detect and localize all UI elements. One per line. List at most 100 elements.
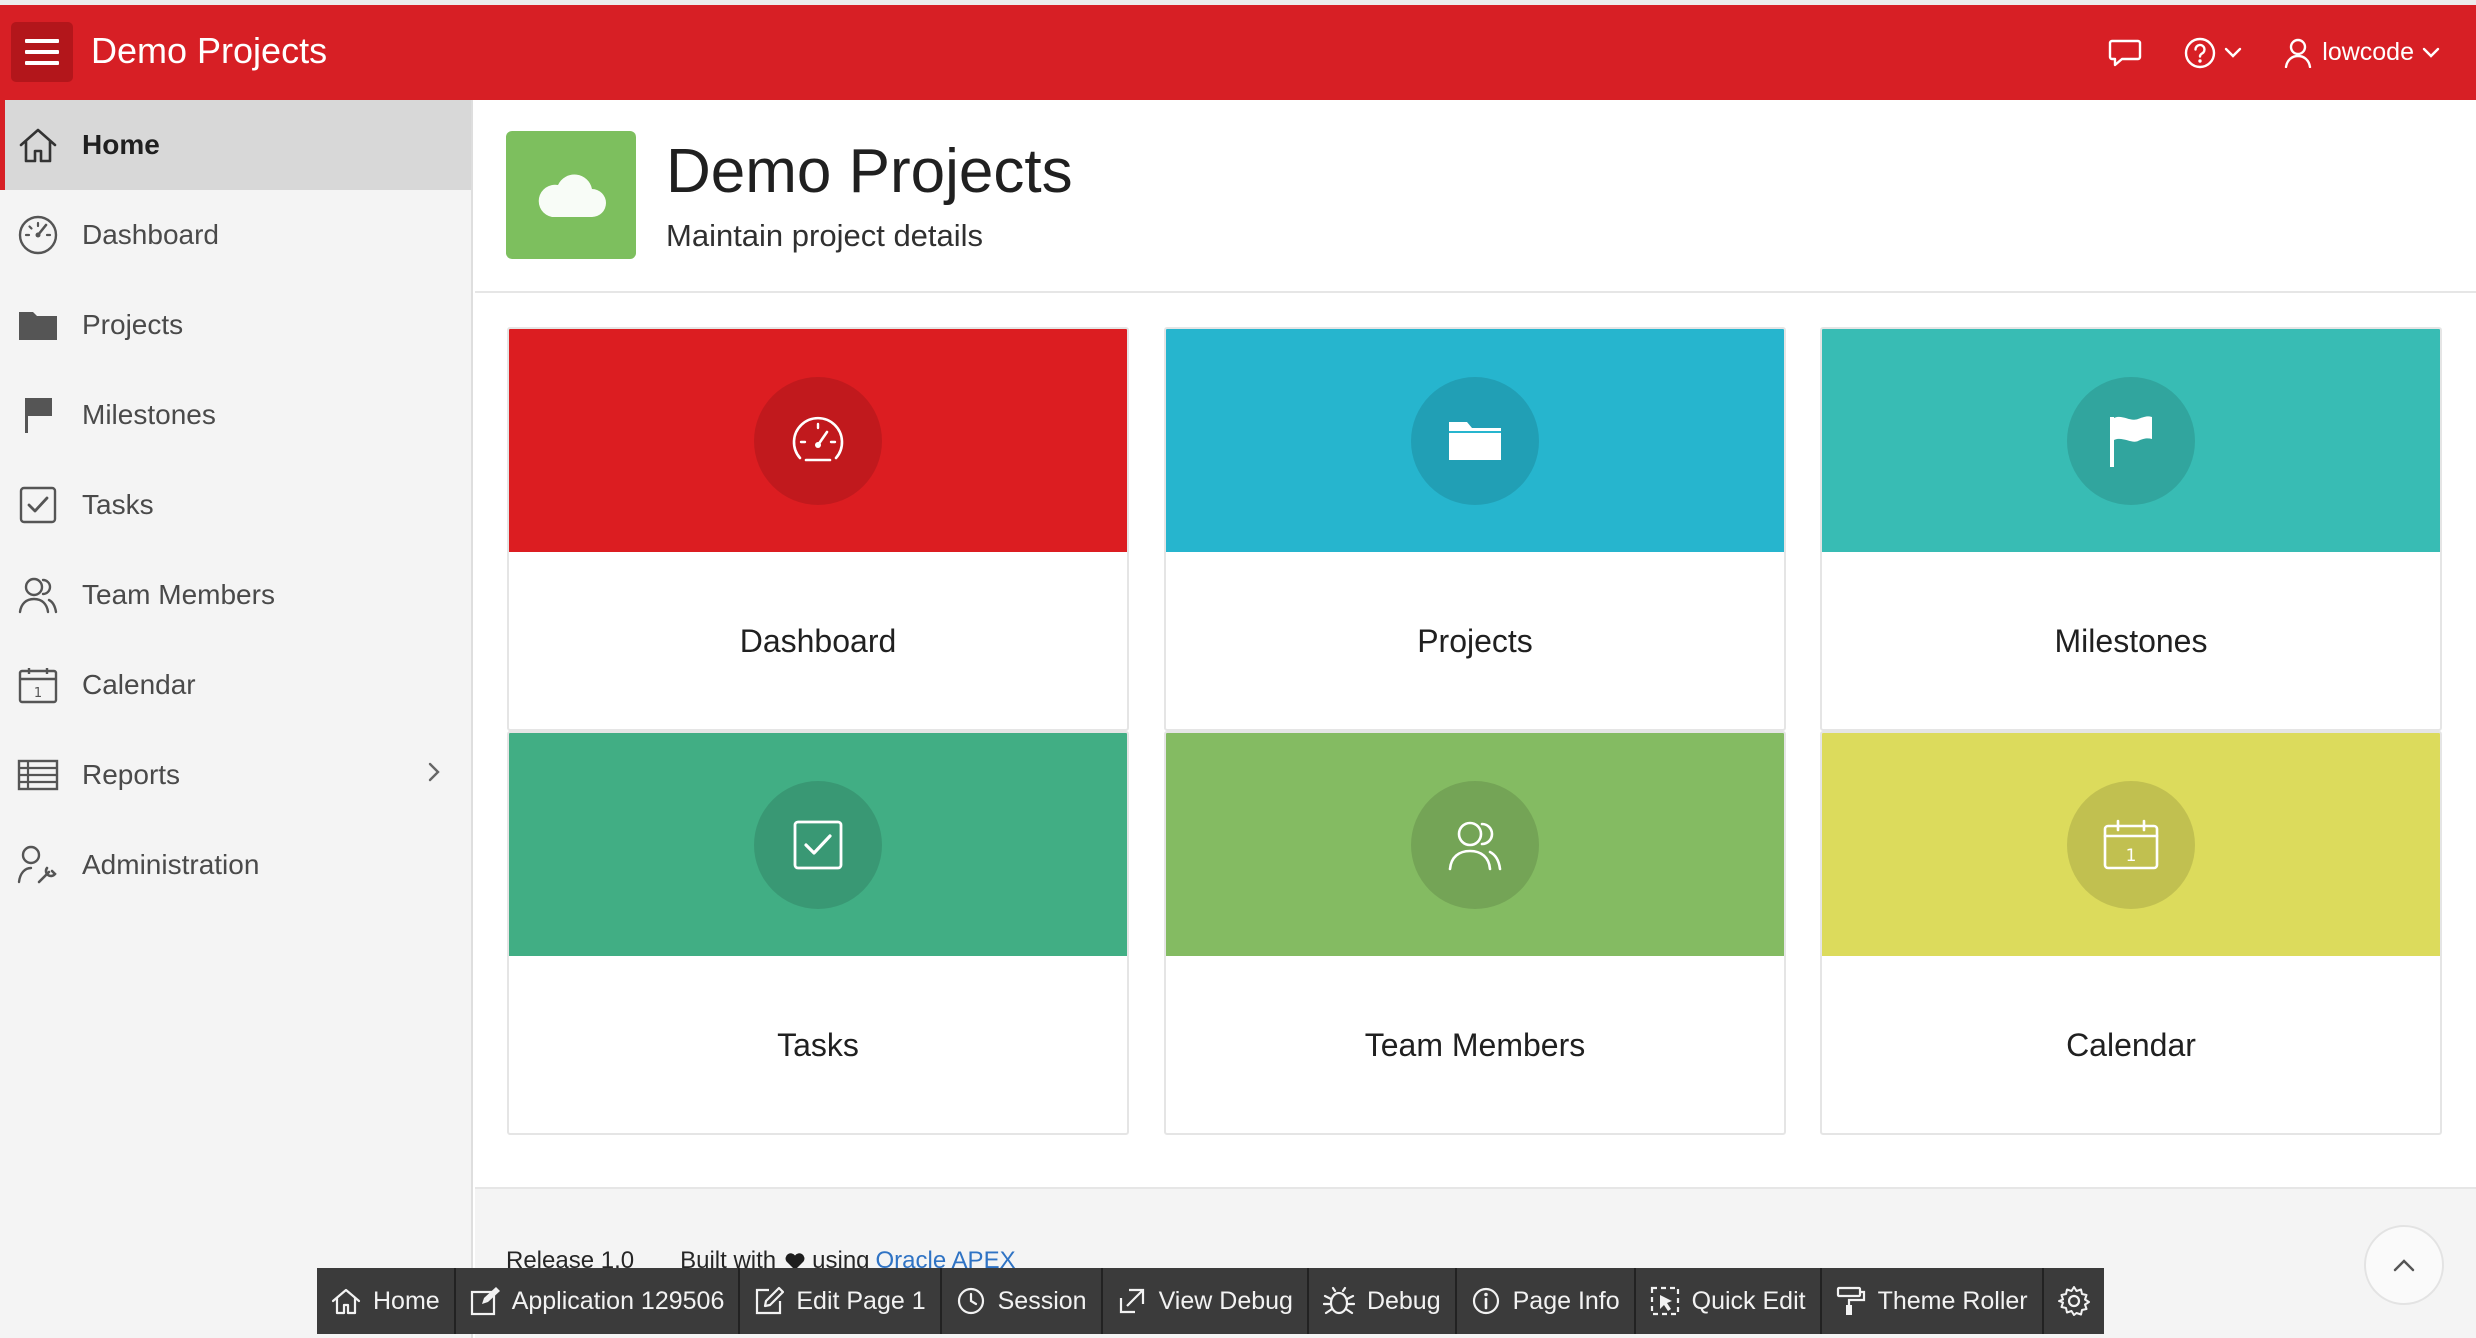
sidebar-item-label: Reports — [82, 759, 181, 790]
dashboard-icon — [16, 213, 60, 257]
sidebar-item-projects[interactable]: Projects — [0, 280, 471, 370]
edit-square-icon — [470, 1286, 500, 1316]
paint-roller-icon — [1836, 1286, 1866, 1316]
card-icon-circle — [1411, 780, 1539, 909]
chevron-up-icon — [2392, 1258, 2416, 1272]
card-header — [1822, 329, 2440, 552]
calendar-icon: 1 — [2102, 819, 2160, 871]
dev-item-label: Quick Edit — [1691, 1286, 1806, 1315]
svg-text:1: 1 — [34, 686, 42, 701]
sidebar-item-label: Home — [82, 129, 160, 160]
menu-toggle-button[interactable] — [11, 22, 73, 82]
dev-home-button[interactable]: Home — [317, 1268, 456, 1334]
sidebar-item-label: Milestones — [82, 399, 216, 430]
dev-application-button[interactable]: Application 129506 — [456, 1268, 741, 1334]
sidebar-item-reports[interactable]: Reports — [0, 730, 471, 820]
hero-region: Demo Projects Maintain project details — [475, 100, 2476, 293]
card-tasks[interactable]: Tasks — [507, 731, 1129, 1135]
cloud-icon — [534, 169, 608, 221]
developer-toolbar: Home Application 129506 Edit Page 1 Sess… — [317, 1268, 2104, 1334]
sidebar-item-label: Tasks — [82, 489, 154, 520]
pencil-square-icon — [754, 1286, 785, 1316]
flag-icon — [16, 393, 60, 437]
sidebar-item-label: Dashboard — [82, 219, 219, 250]
dev-session-button[interactable]: Session — [942, 1268, 1103, 1334]
card-label: Tasks — [777, 1027, 859, 1063]
dev-item-label: Edit Page 1 — [796, 1286, 926, 1315]
home-icon — [331, 1287, 361, 1315]
chevron-down-icon — [2422, 47, 2440, 59]
card-label: Projects — [1417, 623, 1533, 659]
folder-icon — [1446, 418, 1504, 464]
feedback-button[interactable] — [2108, 38, 2142, 68]
card-header — [1166, 733, 1784, 956]
card-label: Calendar — [2066, 1027, 2196, 1063]
app-title[interactable]: Demo Projects — [91, 30, 327, 72]
flag-icon — [2104, 412, 2158, 470]
chevron-right-icon[interactable] — [427, 761, 441, 783]
dev-item-label: Home — [373, 1286, 440, 1315]
dev-item-label: Application 129506 — [511, 1286, 725, 1315]
checkbox-icon — [16, 483, 60, 527]
dev-edit-page-button[interactable]: Edit Page 1 — [740, 1268, 942, 1334]
dashboard-icon — [789, 412, 847, 470]
sidebar-item-home[interactable]: Home — [0, 100, 471, 190]
checkbox-icon — [792, 819, 844, 871]
info-icon — [1471, 1286, 1501, 1316]
card-label: Dashboard — [739, 623, 897, 659]
page-title: Demo Projects — [666, 137, 1073, 206]
card-header: 1 — [1822, 733, 2440, 956]
dev-item-label: Theme Roller — [1877, 1286, 2028, 1315]
user-menu-button[interactable]: lowcode — [2284, 38, 2440, 68]
sidebar-item-calendar[interactable]: 1 Calendar — [0, 640, 471, 730]
header-actions: lowcode — [2066, 5, 2440, 100]
menu-icon — [25, 38, 59, 66]
sidebar-item-milestones[interactable]: Milestones — [0, 370, 471, 460]
dev-settings-button[interactable] — [2044, 1268, 2104, 1334]
dev-item-label: Debug — [1366, 1286, 1441, 1315]
users-icon — [16, 573, 60, 617]
cards-region: Dashboard Projects Milestones Tasks Team… — [475, 293, 2476, 1187]
dev-page-info-button[interactable]: Page Info — [1457, 1268, 1636, 1334]
sidebar-item-administration[interactable]: Administration — [0, 820, 471, 910]
app-header: Demo Projects lowcode — [0, 5, 2476, 100]
cursor-select-icon — [1650, 1286, 1680, 1316]
sidebar-item-label: Calendar — [82, 669, 196, 700]
card-icon-circle — [2067, 376, 2195, 505]
external-link-icon — [1117, 1286, 1147, 1316]
sidebar-item-label: Projects — [82, 309, 184, 340]
table-icon — [16, 753, 60, 797]
card-dashboard[interactable]: Dashboard — [507, 327, 1129, 731]
dev-item-label: Page Info — [1512, 1286, 1620, 1315]
chat-icon — [2108, 38, 2142, 68]
card-milestones[interactable]: Milestones — [1820, 327, 2442, 731]
calendar-icon: 1 — [16, 663, 60, 707]
sidebar-item-dashboard[interactable]: Dashboard — [0, 190, 471, 280]
svg-text:1: 1 — [2126, 846, 2137, 866]
card-header — [509, 733, 1127, 956]
card-calendar[interactable]: 1 Calendar — [1820, 731, 2442, 1135]
card-header — [509, 329, 1127, 552]
scroll-to-top-button[interactable] — [2364, 1225, 2444, 1305]
card-icon-circle: 1 — [2067, 780, 2195, 909]
card-label: Milestones — [2054, 623, 2208, 659]
sidebar-item-team-members[interactable]: Team Members — [0, 550, 471, 640]
card-label: Team Members — [1364, 1027, 1586, 1063]
dev-quick-edit-button[interactable]: Quick Edit — [1636, 1268, 1822, 1334]
card-header — [1166, 329, 1784, 552]
card-projects[interactable]: Projects — [1164, 327, 1786, 731]
sidebar-item-label: Team Members — [82, 579, 275, 610]
dev-debug-button[interactable]: Debug — [1309, 1268, 1457, 1334]
help-menu-button[interactable] — [2184, 37, 2242, 69]
card-icon-circle — [1411, 376, 1539, 505]
clock-icon — [956, 1286, 986, 1316]
card-icon-circle — [754, 780, 882, 909]
user-wrench-icon — [16, 843, 60, 887]
card-icon-circle — [754, 376, 882, 505]
sidebar-item-label: Administration — [82, 849, 260, 880]
dev-theme-roller-button[interactable]: Theme Roller — [1822, 1268, 2044, 1334]
help-icon — [2184, 37, 2216, 69]
dev-view-debug-button[interactable]: View Debug — [1103, 1268, 1309, 1334]
card-team-members[interactable]: Team Members — [1164, 731, 1786, 1135]
sidebar-item-tasks[interactable]: Tasks — [0, 460, 471, 550]
